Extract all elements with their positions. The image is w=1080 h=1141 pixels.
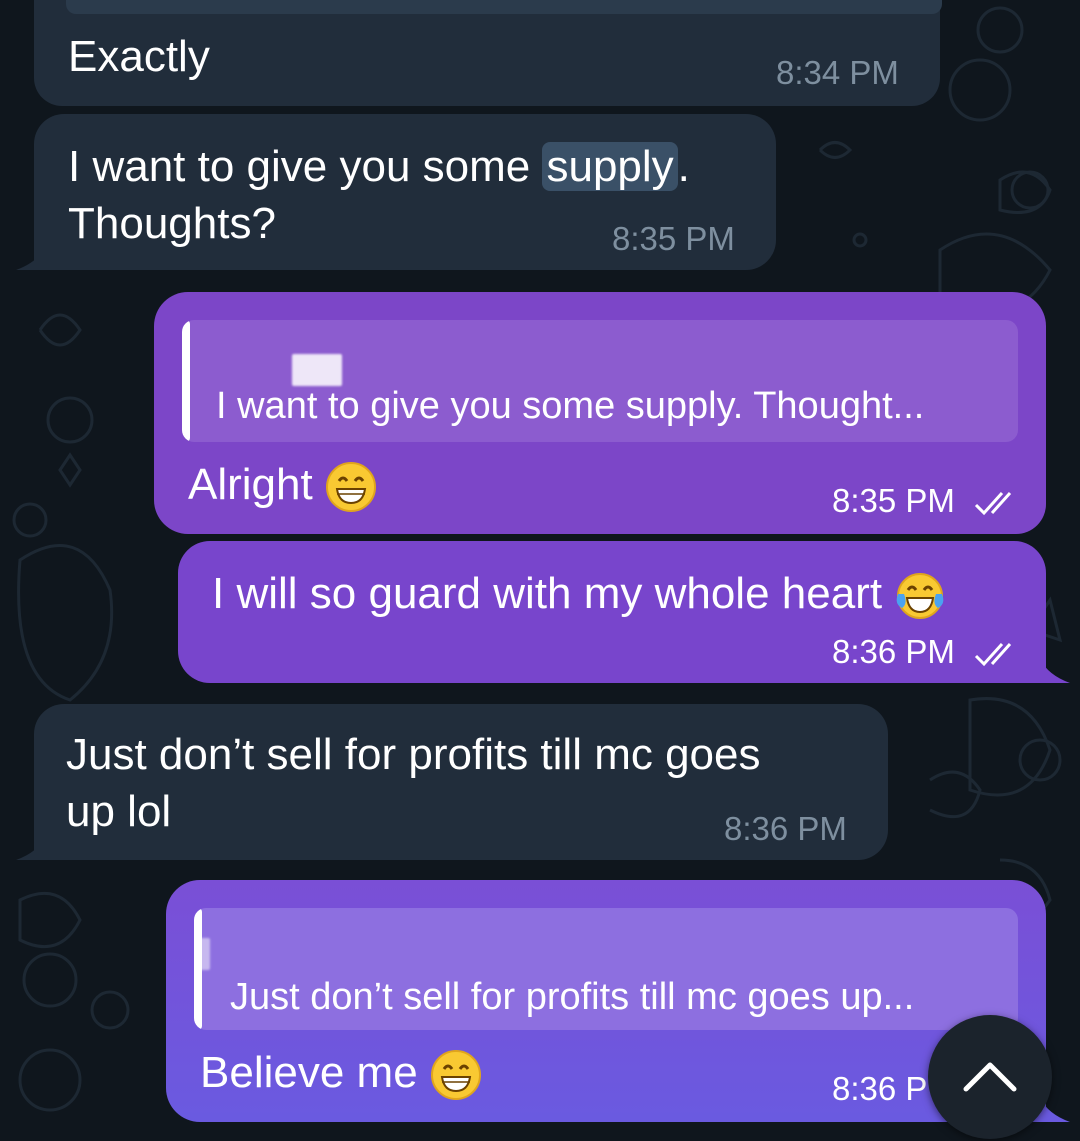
message-time: 8:36 P bbox=[832, 1070, 928, 1107]
reply-quote: Just don’t sell for profits till mc goes… bbox=[230, 976, 915, 1018]
double-check-icon bbox=[975, 643, 1012, 667]
double-check-icon bbox=[975, 492, 1012, 516]
chevron-up-icon bbox=[963, 1062, 1017, 1092]
message-incoming[interactable]: Just don’t sell for profits till mc goes… bbox=[34, 704, 888, 860]
reply-preview[interactable]: I want to give you some supply. Thought.… bbox=[182, 320, 1018, 442]
message-outgoing[interactable]: I want to give you some supply. Thought.… bbox=[154, 292, 1046, 534]
message-text: Exactly bbox=[68, 32, 210, 81]
message-text: Believe me bbox=[200, 1044, 482, 1101]
reply-sender-redacted bbox=[194, 938, 210, 970]
message-incoming[interactable]: I want to give you some supply. Thoughts… bbox=[34, 114, 776, 270]
message-time: 8:35 PM bbox=[832, 482, 1020, 520]
scroll-button[interactable] bbox=[928, 1015, 1052, 1139]
message-text: Alright bbox=[188, 456, 377, 513]
message-text-part: . bbox=[677, 142, 690, 191]
message-outgoing[interactable]: Just don’t sell for profits till mc goes… bbox=[166, 880, 1046, 1122]
message-text-part: Alright bbox=[188, 460, 313, 509]
message-text-line2: up lol bbox=[66, 787, 172, 836]
reply-preview[interactable]: Just don’t sell for profits till mc goes… bbox=[194, 908, 1018, 1030]
search-highlight: supply bbox=[542, 142, 678, 191]
message-text-part: I will so guard with my whole heart bbox=[212, 569, 883, 618]
message-text: I will so guard with my whole heart bbox=[212, 565, 946, 622]
message-text: I want to give you some supply. bbox=[68, 138, 690, 195]
message-time: 8:36 PM bbox=[832, 633, 1020, 671]
message-time: 8:34 PM bbox=[776, 54, 899, 91]
message-text-part: Believe me bbox=[200, 1048, 418, 1097]
tears-of-joy-icon bbox=[894, 570, 946, 622]
message-time: 8:35 PM bbox=[612, 220, 735, 257]
message-text-part: I want to give you some bbox=[68, 142, 543, 191]
grinning-face-icon bbox=[325, 461, 377, 513]
message-text-line2: Thoughts? bbox=[68, 199, 276, 248]
message-time-text: 8:36 PM bbox=[832, 633, 955, 670]
reply-quote: I want to give you some supply. Thought.… bbox=[216, 385, 925, 427]
message-text: Just don’t sell for profits till mc goes bbox=[66, 730, 761, 779]
reply-preview-cut bbox=[66, 0, 942, 14]
grinning-face-icon bbox=[430, 1049, 482, 1101]
reply-sender-redacted bbox=[292, 354, 342, 386]
message-incoming[interactable]: Exactly 8:34 PM bbox=[34, 0, 942, 106]
reply-bar bbox=[182, 320, 190, 442]
message-time-text: 8:35 PM bbox=[832, 482, 955, 519]
message-time: 8:36 PM bbox=[724, 810, 847, 847]
message-outgoing[interactable]: I will so guard with my whole heart 8:36… bbox=[178, 541, 1046, 683]
